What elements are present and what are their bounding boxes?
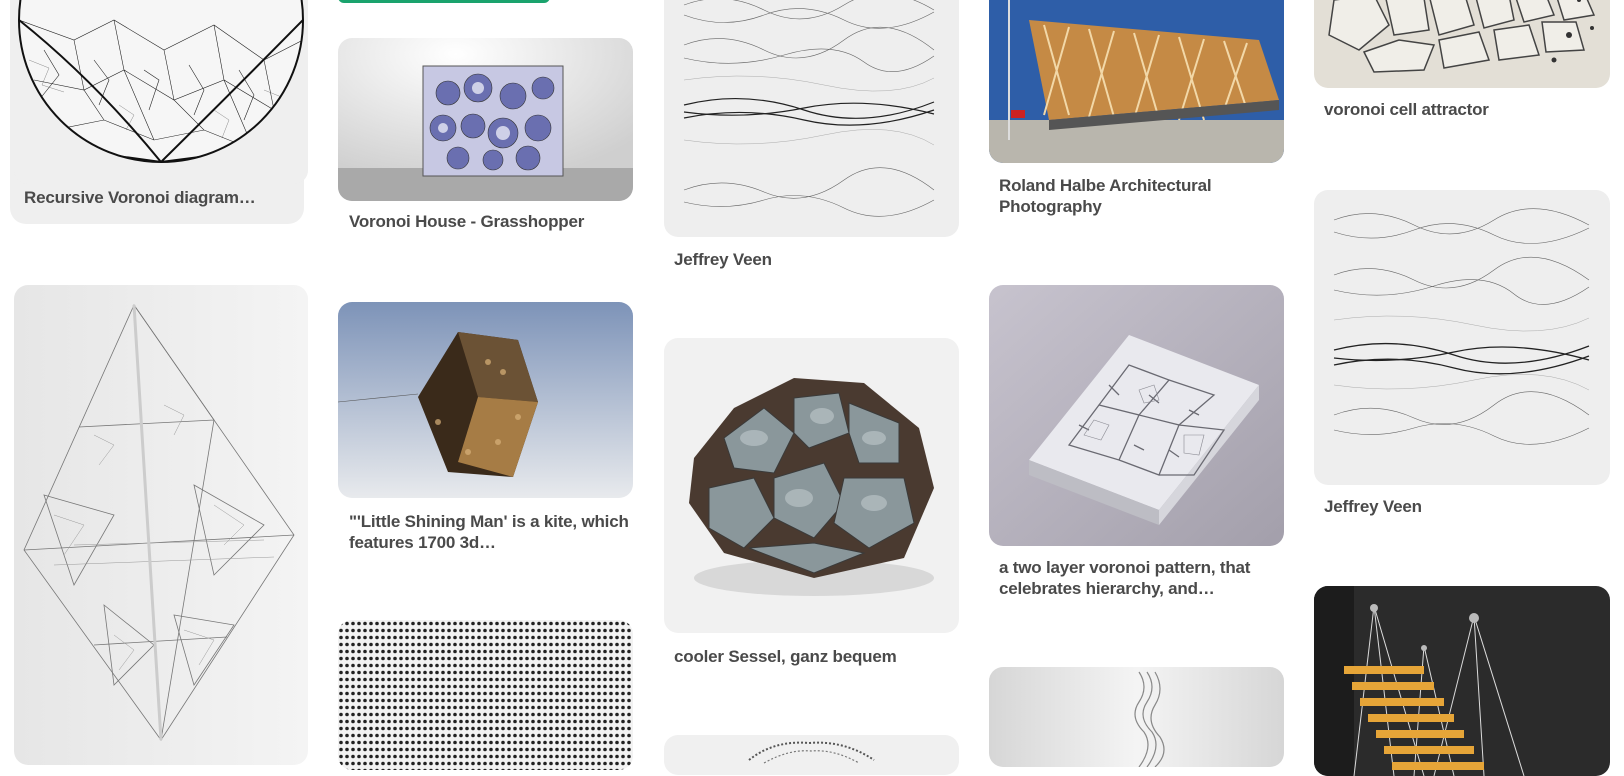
pin-title[interactable]: Recursive Voronoi diagram… xyxy=(24,187,294,208)
voronoi-circle-image[interactable] xyxy=(14,0,308,184)
voronoi-panel-image[interactable] xyxy=(989,285,1284,546)
pin-title[interactable]: Jeffrey Veen xyxy=(674,249,944,270)
voronoi-cube-image[interactable] xyxy=(338,38,633,201)
pin-title[interactable]: Roland Halbe Architectural Photography xyxy=(999,175,1269,217)
white-sculpture-image[interactable] xyxy=(989,667,1284,767)
pin-title[interactable]: a two layer voronoi pattern, that celebr… xyxy=(999,557,1279,599)
fractal-tetrahedron-image[interactable] xyxy=(14,285,308,765)
pin-title[interactable]: Jeffrey Veen xyxy=(1324,496,1594,517)
timber-building-image[interactable] xyxy=(989,0,1284,163)
voronoi-tiles-image[interactable] xyxy=(1314,0,1610,88)
kite-cube-image[interactable] xyxy=(338,302,633,498)
dot-pattern-image[interactable] xyxy=(338,620,633,770)
save-button-strip[interactable] xyxy=(338,0,550,3)
pin-title[interactable]: "'Little Shining Man' is a kite, which f… xyxy=(349,511,629,553)
wavy-mesh-image[interactable] xyxy=(664,0,959,237)
pin-title[interactable]: cooler Sessel, ganz bequem xyxy=(674,646,944,667)
pin-title[interactable]: voronoi cell attractor xyxy=(1324,99,1594,120)
wavy-mesh-image[interactable] xyxy=(1314,190,1610,485)
pin-title[interactable]: Voronoi House - Grasshopper xyxy=(349,211,619,232)
lace-image[interactable] xyxy=(664,735,959,775)
pebble-chair-image[interactable] xyxy=(664,338,959,633)
floating-stairs-image[interactable] xyxy=(1314,586,1610,776)
